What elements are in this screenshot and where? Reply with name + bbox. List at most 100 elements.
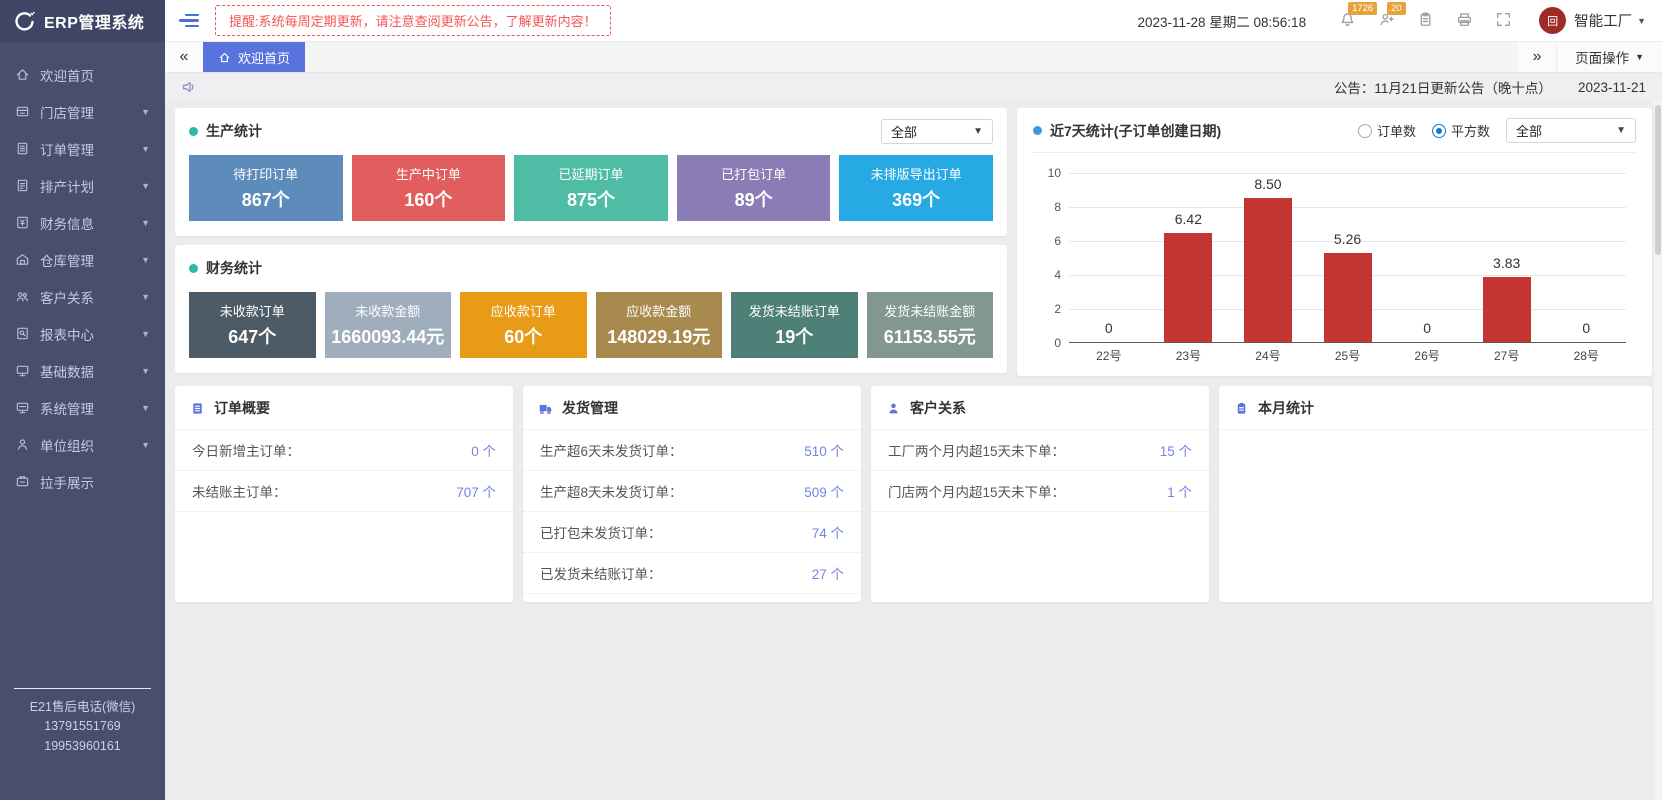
- summary-panel-title: 订单概要: [214, 398, 270, 418]
- summary-row-value[interactable]: 707 个: [456, 481, 496, 501]
- chart-x-tick-label: 28号: [1546, 347, 1626, 364]
- logo-swirl-icon: [12, 9, 36, 33]
- stat-card-label: 应收款金额: [626, 301, 691, 320]
- announcement-text[interactable]: 公告：11月21日更新公告（晚十点）: [1334, 77, 1552, 97]
- collapse-sidebar-icon[interactable]: [179, 11, 199, 31]
- section-dot-icon: [1033, 126, 1042, 135]
- chart-x-axis-labels: 22号23号24号25号26号27号28号: [1069, 343, 1626, 368]
- sidebar-item-基础数据[interactable]: 基础数据 ▼: [0, 352, 165, 389]
- tabs-scroll-right-button[interactable]: »: [1518, 42, 1556, 72]
- chart-bar[interactable]: [1244, 198, 1292, 343]
- bell-button[interactable]: 1726: [1339, 11, 1356, 31]
- chart-bar-value-label: 5.26: [1334, 231, 1361, 247]
- scrollbar-thumb[interactable]: [1655, 105, 1661, 255]
- speaker-icon[interactable]: [181, 79, 197, 95]
- app-logo[interactable]: ERP管理系统: [0, 0, 165, 42]
- summary-row-value[interactable]: 0 个: [471, 440, 496, 460]
- weekly-chart-panel: 近7天统计(子订单创建日期) 订单数 平方数 全部 ▼: [1017, 108, 1652, 376]
- tab-welcome-home[interactable]: 欢迎首页: [203, 42, 305, 72]
- summary-panel-本月统计: 本月统计: [1219, 386, 1652, 602]
- stat-card-value: 89个: [735, 186, 773, 212]
- stat-card-发货未结账订单[interactable]: 发货未结账订单19个: [731, 292, 858, 358]
- chart-bar[interactable]: [1483, 277, 1531, 342]
- summary-row: 今日新增主订单：0 个: [175, 430, 513, 471]
- user-add-button[interactable]: 20: [1378, 11, 1395, 31]
- stat-card-value: 19个: [775, 323, 813, 349]
- sidebar-item-报表中心[interactable]: 报表中心▼: [0, 315, 165, 352]
- chart-bar-column: 0: [1546, 173, 1626, 342]
- section-dot-icon: [189, 264, 198, 273]
- tabs-scroll-left-button[interactable]: «: [165, 42, 203, 72]
- summary-row-value[interactable]: 1 个: [1167, 481, 1192, 501]
- chart-filter-select[interactable]: 全部 ▼: [1506, 118, 1636, 143]
- customers-icon: [15, 289, 30, 304]
- clipboard-button[interactable]: [1417, 11, 1434, 31]
- summary-row-value[interactable]: 27 个: [812, 563, 844, 583]
- tab-bar: « 欢迎首页 » 页面操作 ▼: [165, 42, 1662, 73]
- production-filter-select[interactable]: 全部 ▼: [881, 119, 993, 144]
- summary-row-value[interactable]: 15 个: [1160, 440, 1192, 460]
- sidebar-item-label: 基础数据: [40, 361, 94, 381]
- stat-card-应收款金额[interactable]: 应收款金额148029.19元: [596, 292, 723, 358]
- avatar[interactable]: 回: [1539, 7, 1566, 34]
- chevron-down-icon: ▼: [1637, 16, 1646, 26]
- radio-square-label: 平方数: [1451, 121, 1490, 140]
- stat-card-未排版导出订单[interactable]: 未排版导出订单369个: [839, 155, 993, 221]
- chart-bar-column: 5.26: [1308, 173, 1388, 342]
- fullscreen-button[interactable]: [1495, 11, 1512, 31]
- chart-y-tick-label: 8: [1054, 200, 1061, 214]
- header-right: 2023-11-28 星期二 08:56:18 172620 回 智能工厂 ▼: [1137, 7, 1662, 34]
- chart-bar[interactable]: [1324, 253, 1372, 342]
- stat-card-已延期订单[interactable]: 已延期订单875个: [514, 155, 668, 221]
- summary-row: 生产超6天未发货订单： 510 个: [523, 430, 861, 471]
- company-menu[interactable]: 智能工厂 ▼: [1574, 10, 1646, 31]
- summary-row-value[interactable]: 74 个: [812, 522, 844, 542]
- radio-order-count[interactable]: 订单数: [1358, 121, 1416, 140]
- summary-panel-订单概要: 订单概要今日新增主订单：0 个未结账主订单：707 个: [175, 386, 513, 602]
- sidebar-item-客户关系[interactable]: 客户关系▼: [0, 278, 165, 315]
- stat-card-未收款订单[interactable]: 未收款订单647个: [189, 292, 316, 358]
- stat-card-生产中订单[interactable]: 生产中订单160个: [352, 155, 506, 221]
- radio-square-count[interactable]: 平方数: [1432, 121, 1490, 140]
- sidebar-item-仓库管理[interactable]: 仓库管理▼: [0, 241, 165, 278]
- production-cards: 待打印订单867个生产中订单160个已延期订单875个已打包订单89个未排版导出…: [189, 155, 993, 221]
- chevron-down-icon: ▼: [141, 366, 150, 376]
- stat-card-label: 生产中订单: [396, 164, 461, 183]
- home-icon: [15, 67, 30, 82]
- chart-bar-column: 8.50: [1228, 173, 1308, 342]
- sidebar: ERP管理系统 欢迎首页门店管理▼订单管理▼排产计划▼财务信息▼仓库管理▼客户关…: [0, 0, 165, 800]
- sidebar-item-拉手展示[interactable]: 拉手展示: [0, 463, 165, 500]
- summary-row-value[interactable]: 509 个: [804, 481, 844, 501]
- summary-row-value[interactable]: 510 个: [804, 440, 844, 460]
- sidebar-item-排产计划[interactable]: 排产计划▼: [0, 167, 165, 204]
- sidebar-item-欢迎首页[interactable]: 欢迎首页: [0, 56, 165, 93]
- vertical-scrollbar[interactable]: [1654, 101, 1662, 800]
- sidebar-item-label: 单位组织: [40, 435, 94, 455]
- stat-card-未收款金额[interactable]: 未收款金额1660093.44元: [325, 292, 452, 358]
- sidebar-item-系统管理[interactable]: 系统管理▼: [0, 389, 165, 426]
- stat-card-应收款订单[interactable]: 应收款订单60个: [460, 292, 587, 358]
- page-actions-menu[interactable]: 页面操作 ▼: [1556, 42, 1662, 72]
- chevron-down-icon: ▼: [141, 255, 150, 265]
- chevron-down-icon: ▼: [141, 181, 150, 191]
- store-icon: [15, 104, 30, 119]
- summary-row-label: 生产超6天未发货订单：: [540, 440, 683, 460]
- sidebar-item-订单管理[interactable]: 订单管理▼: [0, 130, 165, 167]
- stat-card-value: 1660093.44元: [331, 323, 444, 349]
- sidebar-item-门店管理[interactable]: 门店管理▼: [0, 93, 165, 130]
- sidebar-item-财务信息[interactable]: 财务信息▼: [0, 204, 165, 241]
- stat-card-发货未结账金额[interactable]: 发货未结账金额61153.55元: [867, 292, 994, 358]
- clipboard-blue-icon: [1234, 401, 1249, 416]
- summary-row: 已发货未结账订单：27 个: [523, 553, 861, 594]
- chevron-down-icon: ▼: [141, 107, 150, 117]
- printer-button[interactable]: [1456, 11, 1473, 31]
- production-stats-panel: 生产统计 全部 ▼ 待打印订单867个生产中订单160个已延期订单875个已打包…: [175, 108, 1007, 236]
- summary-row-label: 已打包未发货订单：: [540, 522, 662, 542]
- chart-x-tick-label: 25号: [1308, 347, 1388, 364]
- chevron-down-icon: ▼: [141, 218, 150, 228]
- stat-card-待打印订单[interactable]: 待打印订单867个: [189, 155, 343, 221]
- stat-card-已打包订单[interactable]: 已打包订单89个: [677, 155, 831, 221]
- sidebar-item-label: 订单管理: [40, 139, 94, 159]
- chart-bar[interactable]: [1164, 233, 1212, 342]
- sidebar-item-单位组织[interactable]: 单位组织▼: [0, 426, 165, 463]
